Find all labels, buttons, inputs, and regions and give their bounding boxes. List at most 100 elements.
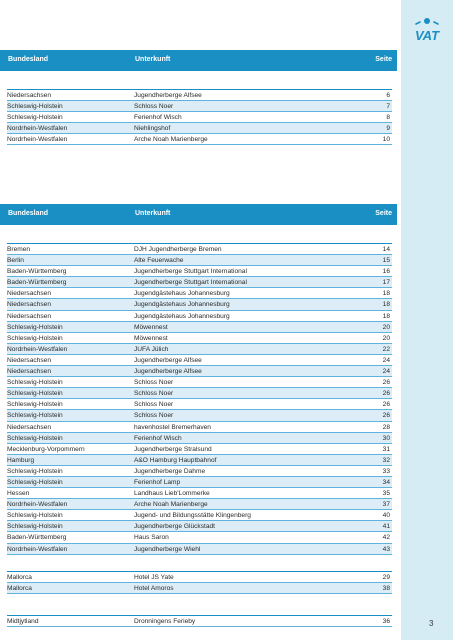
table-row: Hessen Landhaus Lieb'Lommerke 35 (7, 488, 392, 500)
cell-unterkunft: Landhaus Lieb'Lommerke (134, 490, 210, 498)
cell-unterkunft: Jugendherberge Stuttgart International (134, 268, 247, 276)
cell-bundesland: Nordrhein-Westfalen (7, 501, 68, 509)
cell-bundesland: Schleswig-Holstein (7, 478, 63, 486)
table-row: Baden-Württemberg Jugendherberge Stuttgar… (7, 277, 392, 289)
cell-bundesland: Mallorca (7, 574, 32, 581)
cell-seite: 10 (382, 136, 390, 144)
cell-bundesland: Niedersachsen (7, 423, 51, 431)
cell-unterkunft: havenhostel Bremerhaven (134, 423, 211, 431)
table-row: Mallorca Hotel Amoros 38 (7, 583, 392, 595)
cell-bundesland: Niedersachsen (7, 312, 51, 320)
table4-body: Midtjytland Dronningens Ferieby 36 (7, 615, 392, 628)
table-row: Niedersachsen havenhostel Bremerhaven 28 (7, 422, 392, 433)
cell-unterkunft: JUFA Jülich (134, 345, 169, 353)
cell-seite: 36 (382, 618, 390, 625)
table1-body: Niedersachsen Jugendherberge Alfsee 6 Schle… (7, 89, 392, 146)
table-row: Nordrhein-Westfalen Arche Noah Marienberg… (7, 499, 392, 511)
cell-seite: 16 (382, 268, 390, 276)
table-row: Schleswig-Holstein Jugendherberge Dahme 33 (7, 466, 392, 477)
cell-unterkunft: Jugendgästehaus Johannesburg (134, 301, 230, 309)
cell-bundesland: Schleswig-Holstein (7, 114, 63, 122)
table-row: Baden-Württemberg Haus Saron 42 (7, 532, 392, 544)
cell-seite: 20 (382, 323, 390, 331)
cell-seite: 14 (382, 246, 390, 253)
cell-unterkunft: Schloss Noer (134, 103, 174, 111)
cell-bundesland: Mecklenburg-Vorpommern (7, 445, 85, 453)
cell-unterkunft: Jugend- und Bildungsstätte Klingenberg (134, 512, 251, 520)
cell-unterkunft: Ferienhof Wisch (134, 114, 182, 122)
right-sidebar-band (401, 0, 453, 640)
table-row: Nordrhein-Westfalen Arche Noah Marienberg… (7, 134, 392, 146)
cell-bundesland: Nordrhein-Westfalen (7, 136, 68, 144)
header-bundesland: Bundesland (8, 210, 49, 217)
table-row: Schleswig-Holstein Ferienhof Wisch 30 (7, 432, 392, 444)
header-seite: Seite (375, 56, 392, 63)
cell-unterkunft: Jugendherberge Stuttgart International (134, 279, 247, 287)
cell-bundesland: Baden-Württemberg (7, 268, 67, 276)
cell-bundesland: Schleswig-Holstein (7, 523, 63, 531)
table-row: Schleswig-Holstein Jugend- und Bildungsst… (7, 510, 392, 522)
cell-unterkunft: Ferienhof Lamp (134, 478, 181, 486)
cell-seite: 38 (382, 585, 390, 593)
cell-bundesland: Midtjytland (7, 618, 39, 625)
cell-seite: 34 (382, 478, 390, 486)
cell-seite: 43 (382, 545, 390, 553)
table-row: Schleswig-Holstein Möwennest 20 (7, 333, 392, 344)
header-bundesland: Bundesland (8, 56, 49, 63)
cell-unterkunft: Schloss Noer (134, 401, 174, 409)
cell-unterkunft: Schloss Noer (134, 379, 174, 387)
cell-unterkunft: Hotel JS Yate (134, 574, 174, 581)
cell-seite: 40 (382, 512, 390, 520)
table-row: Schleswig-Holstein Schloss Noer 7 (7, 101, 392, 113)
cell-seite: 22 (382, 345, 390, 353)
header-unterkunft: Unterkunft (135, 56, 171, 63)
cell-unterkunft: Jugendherberge Stralsund (134, 445, 212, 453)
cell-seite: 17 (382, 279, 390, 287)
cell-seite: 8 (386, 114, 390, 122)
cell-bundesland: Nordrhein-Westfalen (7, 345, 68, 353)
table-row: Niedersachsen Jugendherberge Alfsee 24 (7, 355, 392, 367)
cell-seite: 26 (382, 401, 390, 409)
table-row: Schleswig-Holstein Schloss Noer 26 (7, 410, 392, 422)
table1-header: Bundesland Unterkunft Seite (0, 50, 397, 71)
table-row: Niedersachsen Jugendherberge Alfsee 24 (7, 366, 392, 378)
cell-seite: 29 (382, 574, 390, 581)
cell-seite: 18 (382, 312, 390, 320)
cell-unterkunft: Jugendherberge Wiehl (134, 545, 201, 553)
table-row: Baden-Württemberg Jugendherberge Stuttgar… (7, 266, 392, 278)
cell-bundesland: Schleswig-Holstein (7, 379, 63, 387)
cell-unterkunft: DJH Jugendherberge Bremen (134, 246, 222, 253)
cell-unterkunft: Alte Feuerwache (134, 257, 184, 265)
table-row: Schleswig-Holstein Schloss Noer 26 (7, 399, 392, 411)
table3-body: Mallorca Hotel JS Yate 29 Mallorca Hotel Amo… (7, 571, 392, 595)
cell-seite: 32 (382, 456, 390, 464)
cell-unterkunft: Dronningens Ferieby (134, 618, 196, 625)
cell-seite: 24 (382, 356, 390, 364)
table-row: Nordrhein-Westfalen Niehlingshof 9 (7, 123, 392, 135)
cell-bundesland: Schleswig-Holstein (7, 323, 63, 331)
cell-seite: 18 (382, 290, 390, 298)
cell-bundesland: Hessen (7, 490, 30, 498)
cell-bundesland: Niedersachsen (7, 356, 51, 364)
cell-bundesland: Niedersachsen (7, 301, 51, 309)
cell-seite: 6 (386, 92, 390, 99)
cell-seite: 35 (382, 490, 390, 498)
table-row: Niedersachsen Jugendgästehaus Johannesbur… (7, 299, 392, 311)
table-row: Bremen DJH Jugendherberge Bremen 14 (7, 244, 392, 256)
cell-seite: 26 (382, 412, 390, 420)
cell-unterkunft: Arche Noah Marienberge (134, 136, 208, 144)
page-number: 3 (429, 619, 434, 628)
cell-unterkunft: Jugendherberge Alfsee (134, 356, 202, 364)
cell-unterkunft: Möwennest (134, 323, 168, 331)
cell-unterkunft: Jugendherberge Dahme (134, 467, 206, 475)
cell-unterkunft: Haus Saron (134, 534, 169, 542)
cell-unterkunft: Niehlingshof (134, 125, 171, 133)
table2-body: Bremen DJH Jugendherberge Bremen 14 Berlin A… (7, 243, 392, 555)
cell-seite: 24 (382, 368, 390, 376)
cell-bundesland: Schleswig-Holstein (7, 467, 63, 475)
cell-seite: 9 (386, 125, 390, 133)
cell-bundesland: Schleswig-Holstein (7, 434, 63, 442)
cell-unterkunft: Möwennest (134, 334, 168, 342)
table-row: Schleswig-Holstein Möwennest 20 (7, 321, 392, 333)
cell-bundesland: Niedersachsen (7, 368, 51, 376)
